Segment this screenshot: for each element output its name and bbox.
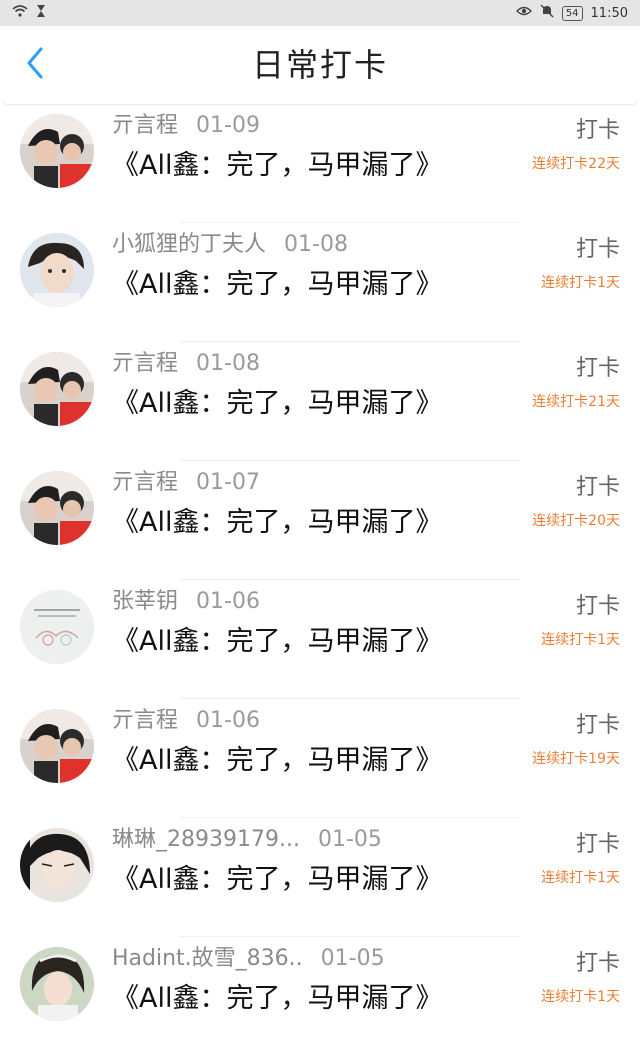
book-title[interactable]: 《All鑫：完了，马甲漏了》 bbox=[112, 265, 532, 305]
checkin-label: 打卡 bbox=[575, 713, 620, 738]
name-line: 亓言程 01-08 bbox=[112, 348, 532, 380]
book-title[interactable]: 《All鑫：完了，马甲漏了》 bbox=[112, 146, 532, 186]
streak-badge: 连续打卡20天 bbox=[532, 513, 620, 529]
name-line: 小狐狸的丁夫人 01-08 bbox=[112, 229, 532, 261]
checkin-date: 01-07 bbox=[196, 470, 260, 495]
avatar[interactable] bbox=[20, 233, 94, 307]
checkin-date: 01-05 bbox=[317, 827, 382, 852]
list-item[interactable]: 张莘钥 01-06 《All鑫：完了，马甲漏了》 打卡 连续打卡1天 bbox=[0, 580, 640, 699]
streak-badge: 连续打卡1天 bbox=[541, 870, 620, 886]
avatar[interactable] bbox=[20, 947, 94, 1021]
user-name[interactable]: 亓言程 bbox=[112, 705, 178, 737]
avatar[interactable] bbox=[20, 709, 94, 783]
user-name[interactable]: 亓言程 bbox=[112, 110, 178, 142]
chevron-left-icon bbox=[25, 47, 45, 83]
checkin-date: 01-08 bbox=[284, 232, 348, 257]
book-title[interactable]: 《All鑫：完了，马甲漏了》 bbox=[112, 741, 532, 781]
user-name[interactable]: 琳琳_28939179... bbox=[112, 824, 300, 856]
streak-badge: 连续打卡21天 bbox=[532, 394, 620, 410]
wifi-icon bbox=[12, 4, 28, 22]
checkin-label: 打卡 bbox=[575, 118, 620, 143]
header: 日常打卡 bbox=[0, 26, 640, 105]
name-line: Hadint.故雪_836.. 01-05 bbox=[112, 943, 532, 975]
back-button[interactable] bbox=[18, 47, 52, 83]
streak-badge: 连续打卡1天 bbox=[541, 275, 620, 291]
checkin-label: 打卡 bbox=[575, 594, 620, 619]
battery-icon: 54 bbox=[561, 5, 583, 21]
checkin-date: 01-06 bbox=[196, 708, 260, 733]
status-time: 11:50 bbox=[590, 5, 628, 21]
book-title[interactable]: 《All鑫：完了，马甲漏了》 bbox=[112, 622, 532, 662]
avatar[interactable] bbox=[20, 114, 94, 188]
checkin-label: 打卡 bbox=[575, 237, 620, 262]
book-title[interactable]: 《All鑫：完了，马甲漏了》 bbox=[112, 384, 532, 424]
name-line: 亓言程 01-06 bbox=[112, 705, 532, 737]
status-right: 54 11:50 bbox=[515, 4, 628, 22]
streak-badge: 连续打卡19天 bbox=[532, 751, 620, 767]
user-name[interactable]: 亓言程 bbox=[112, 467, 178, 499]
avatar[interactable] bbox=[20, 352, 94, 426]
user-name[interactable]: 张莘钥 bbox=[112, 586, 178, 618]
list-item[interactable]: 亓言程 01-09 《All鑫：完了，马甲漏了》 打卡 连续打卡22天 bbox=[0, 104, 640, 223]
avatar[interactable] bbox=[20, 471, 94, 545]
user-name[interactable]: 小狐狸的丁夫人 bbox=[112, 229, 266, 261]
name-line: 亓言程 01-09 bbox=[112, 110, 532, 142]
hourglass-icon bbox=[36, 4, 46, 22]
list-item[interactable]: 亓言程 01-08 《All鑫：完了，马甲漏了》 打卡 连续打卡21天 bbox=[0, 342, 640, 461]
checkin-list: 亓言程 01-09 《All鑫：完了，马甲漏了》 打卡 连续打卡22天 小狐狸的丁… bbox=[0, 104, 640, 1056]
list-item[interactable]: 小狐狸的丁夫人 01-08 《All鑫：完了，马甲漏了》 打卡 连续打卡1天 bbox=[0, 223, 640, 342]
list-item[interactable]: Hadint.故雪_836.. 01-05 《All鑫：完了，马甲漏了》 打卡 连… bbox=[0, 937, 640, 1056]
list-item[interactable]: 琳琳_28939179... 01-05 《All鑫：完了，马甲漏了》 打卡 连续… bbox=[0, 818, 640, 937]
user-name[interactable]: 亓言程 bbox=[112, 348, 178, 380]
user-name[interactable]: Hadint.故雪_836.. bbox=[112, 943, 303, 975]
streak-badge: 连续打卡22天 bbox=[532, 156, 620, 172]
checkin-date: 01-06 bbox=[196, 589, 260, 614]
checkin-date: 01-05 bbox=[320, 946, 385, 971]
list-item[interactable]: 亓言程 01-06 《All鑫：完了，马甲漏了》 打卡 连续打卡19天 bbox=[0, 699, 640, 818]
checkin-date: 01-08 bbox=[196, 351, 260, 376]
avatar[interactable] bbox=[20, 828, 94, 902]
checkin-label: 打卡 bbox=[575, 475, 620, 500]
eye-icon bbox=[515, 5, 532, 21]
streak-badge: 连续打卡1天 bbox=[541, 632, 620, 648]
checkin-label: 打卡 bbox=[575, 832, 620, 857]
name-line: 亓言程 01-07 bbox=[112, 467, 532, 499]
checkin-label: 打卡 bbox=[575, 951, 620, 976]
checkin-label: 打卡 bbox=[575, 356, 620, 381]
avatar[interactable] bbox=[20, 590, 94, 664]
bell-off-icon bbox=[540, 4, 554, 22]
streak-badge: 连续打卡1天 bbox=[541, 989, 620, 1005]
page-title: 日常打卡 bbox=[251, 46, 388, 84]
list-item[interactable]: 亓言程 01-07 《All鑫：完了，马甲漏了》 打卡 连续打卡20天 bbox=[0, 461, 640, 580]
status-left bbox=[12, 4, 46, 22]
name-line: 张莘钥 01-06 bbox=[112, 586, 532, 618]
book-title[interactable]: 《All鑫：完了，马甲漏了》 bbox=[112, 979, 532, 1019]
status-bar: 54 11:50 bbox=[0, 0, 640, 26]
book-title[interactable]: 《All鑫：完了，马甲漏了》 bbox=[112, 860, 532, 900]
name-line: 琳琳_28939179... 01-05 bbox=[112, 824, 532, 856]
book-title[interactable]: 《All鑫：完了，马甲漏了》 bbox=[112, 503, 532, 543]
checkin-date: 01-09 bbox=[196, 113, 260, 138]
